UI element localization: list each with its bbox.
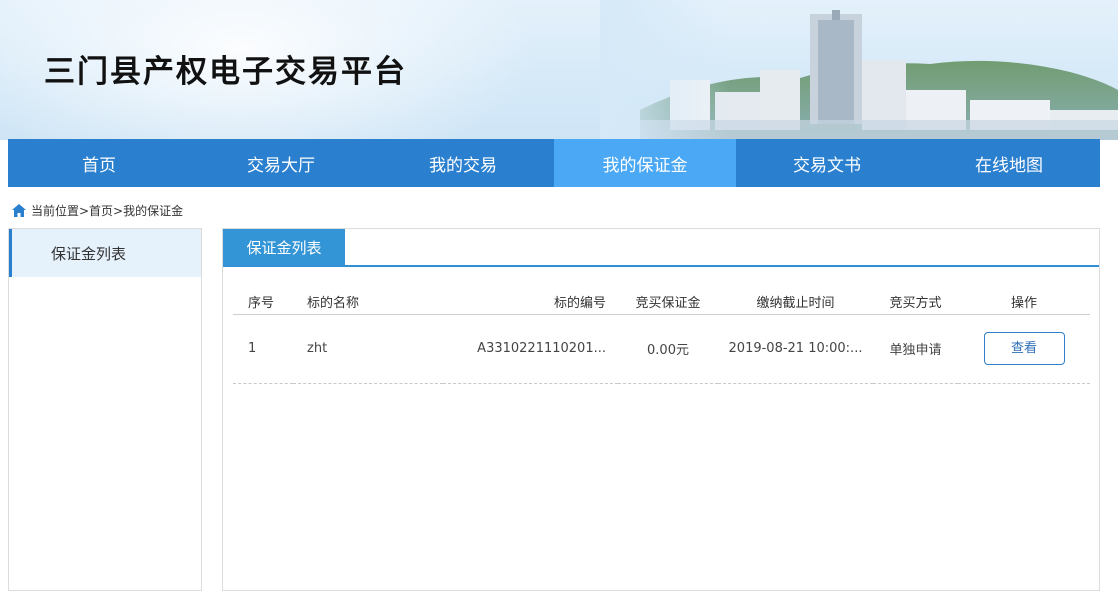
cell-deposit: 0.00元	[618, 314, 718, 384]
main-nav: 首页 交易大厅 我的交易 我的保证金 交易文书 在线地图	[8, 139, 1100, 187]
sidebar-item-deposit-list[interactable]: 保证金列表	[9, 229, 201, 277]
col-header-code: 标的编号	[443, 289, 618, 315]
city-skyline-illustration	[600, 0, 1118, 140]
col-header-name: 标的名称	[293, 289, 443, 315]
table-header-row: 序号 标的名称 标的编号 竞买保证金 缴纳截止时间 竞买方式 操作	[233, 289, 1090, 315]
panel-tab-bar: 保证金列表	[223, 229, 1099, 267]
nav-item-home[interactable]: 首页	[8, 139, 190, 187]
nav-item-trade-documents[interactable]: 交易文书	[736, 139, 918, 187]
col-header-action: 操作	[958, 289, 1090, 315]
nav-item-my-trades[interactable]: 我的交易	[372, 139, 554, 187]
cell-action: 查看	[958, 314, 1090, 384]
view-button[interactable]: 查看	[983, 332, 1065, 365]
table-row: 1 zht A3310221110201... 0.00元 2019-08-21…	[233, 314, 1090, 384]
col-header-index: 序号	[233, 289, 293, 315]
nav-item-trading-hall[interactable]: 交易大厅	[190, 139, 372, 187]
cell-deadline: 2019-08-21 10:00:...	[718, 314, 873, 384]
deposit-list-panel: 保证金列表 序号 标的名称 标的编号 竞买保证金 缴纳截止时间 竞买方式 操作 …	[222, 228, 1100, 591]
breadcrumb: 当前位置>首页>我的保证金	[12, 201, 183, 219]
header-banner: 三门县产权电子交易平台	[0, 0, 1118, 140]
breadcrumb-text: 当前位置>首页>我的保证金	[31, 203, 184, 218]
nav-item-online-map[interactable]: 在线地图	[918, 139, 1100, 187]
home-icon	[12, 203, 26, 217]
col-header-mode: 竞买方式	[873, 289, 958, 315]
col-header-deposit: 竞买保证金	[618, 289, 718, 315]
tab-deposit-list[interactable]: 保证金列表	[223, 229, 345, 266]
col-header-deadline: 缴纳截止时间	[718, 289, 873, 315]
deposit-table: 序号 标的名称 标的编号 竞买保证金 缴纳截止时间 竞买方式 操作 1 zht …	[233, 289, 1090, 384]
sidebar: 保证金列表	[8, 228, 202, 591]
cell-name: zht	[293, 314, 443, 384]
cell-code: A3310221110201...	[443, 314, 618, 384]
cell-mode: 单独申请	[873, 314, 958, 384]
site-title: 三门县产权电子交易平台	[44, 54, 407, 90]
nav-item-my-deposit[interactable]: 我的保证金	[554, 139, 736, 187]
cell-index: 1	[233, 314, 293, 384]
